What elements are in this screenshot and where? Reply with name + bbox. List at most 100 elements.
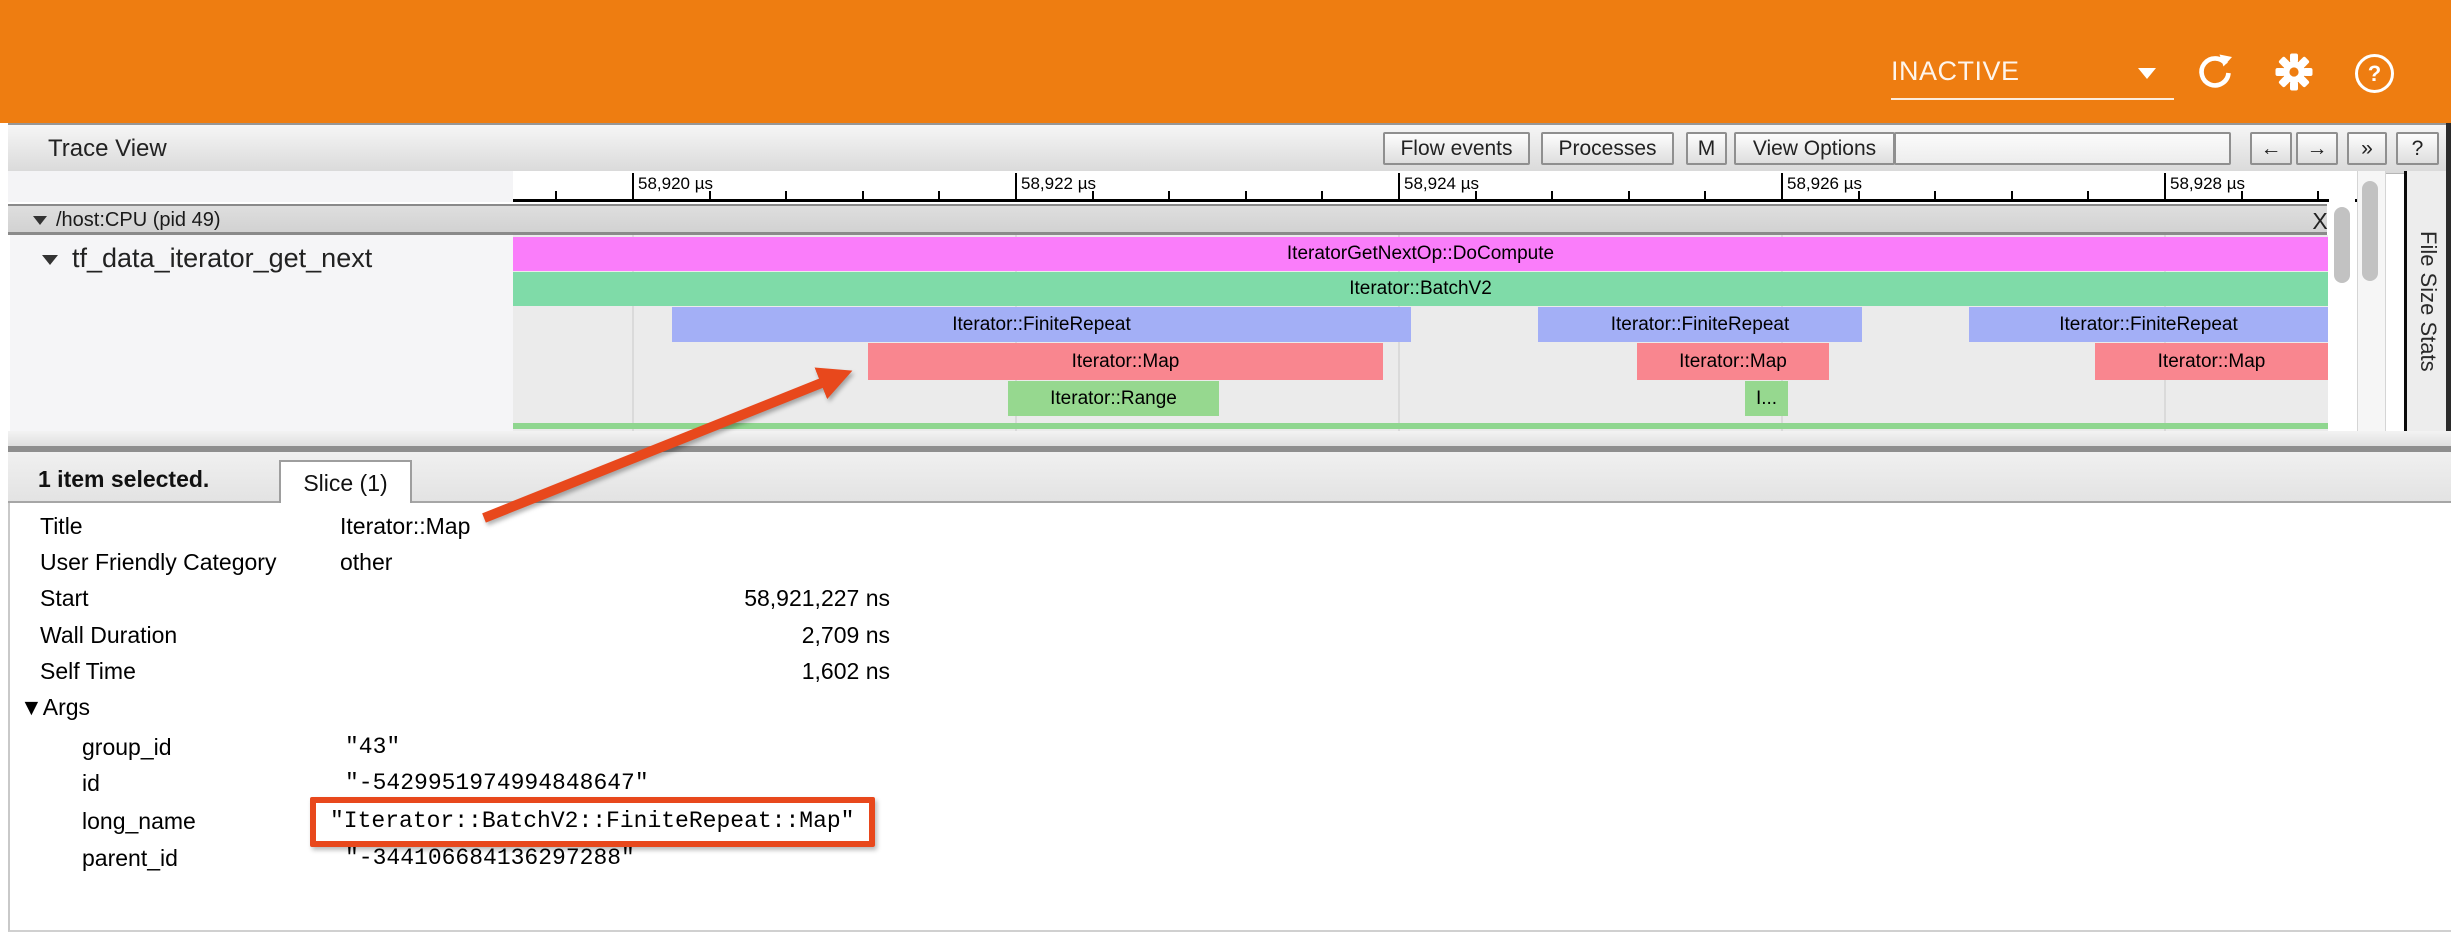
- toolbar-button-m[interactable]: M: [1686, 132, 1727, 165]
- select-underline: [1891, 98, 2174, 100]
- trace-slice-iteratorgetnextop-docompute[interactable]: IteratorGetNextOp::DoCompute: [513, 237, 2328, 271]
- detail-value-title: Iterator::Map: [340, 513, 470, 540]
- args-section-header[interactable]: ▼Args: [20, 694, 90, 721]
- ruler-minor-tick: [2164, 191, 2166, 199]
- ruler-minor-tick: [1092, 191, 1094, 199]
- ruler-minor-tick: [1168, 191, 1170, 199]
- ruler-left-spacer: [8, 171, 513, 202]
- arg-value-group-id: "43": [345, 734, 400, 760]
- selection-summary: 1 item selected.: [38, 466, 209, 493]
- ruler-minor-tick: [938, 191, 940, 199]
- trace-slice-iterator-map[interactable]: Iterator::Map: [2095, 343, 2328, 380]
- detail-label-title: Title: [40, 513, 83, 540]
- ruler-major-tick: [632, 173, 634, 199]
- collapse-process-icon[interactable]: [33, 216, 47, 225]
- arg-label-parent-id: parent_id: [82, 845, 178, 872]
- trace-slice-iterator-range[interactable]: Iterator::Range: [1008, 381, 1219, 416]
- detail-label-start: Start: [40, 585, 89, 612]
- ruler-minor-tick: [862, 191, 864, 199]
- trace-canvas[interactable]: IteratorGetNextOp::DoComputeIterator::Ba…: [513, 235, 2328, 431]
- collapsed-track-baseline: [513, 423, 2328, 429]
- ruler-minor-tick: [709, 191, 711, 199]
- detail-value-self-time: 1,602 ns: [410, 658, 890, 685]
- outer-scrollbar-thumb[interactable]: [2362, 181, 2378, 281]
- ruler-minor-tick: [1475, 191, 1477, 199]
- trace-slice-iterator-map[interactable]: Iterator::Map: [1637, 343, 1829, 380]
- detail-value-start: 58,921,227 ns: [410, 585, 890, 612]
- ruler-minor-tick: [2241, 191, 2243, 199]
- ruler-minor-tick: [1858, 191, 1860, 199]
- ruler-minor-tick: [1628, 191, 1630, 199]
- ruler-tick-label: 58,920 µs: [638, 174, 713, 194]
- ruler-minor-tick: [1934, 191, 1936, 199]
- help-icon[interactable]: ?: [2355, 54, 2395, 94]
- process-label: /host:CPU (pid 49): [56, 209, 221, 232]
- trace-slice-iterator-finiterepeat[interactable]: Iterator::FiniteRepeat: [1969, 307, 2328, 342]
- trace-slice-iterator-finiterepeat[interactable]: Iterator::FiniteRepeat: [672, 307, 1411, 342]
- tab-slice-label: Slice (1): [303, 470, 387, 497]
- trace-slice-i[interactable]: I...: [1745, 381, 1788, 416]
- nav-left-button[interactable]: ←: [2250, 132, 2292, 165]
- tab-slice[interactable]: Slice (1): [279, 460, 412, 505]
- gear-icon[interactable]: [2274, 52, 2314, 92]
- help-glyph: ?: [2368, 61, 2381, 87]
- nav-right-button[interactable]: →: [2296, 132, 2338, 165]
- detail-value-wall-duration: 2,709 ns: [410, 622, 890, 649]
- ruler-minor-tick: [1245, 191, 1247, 199]
- file-size-stats-label: File Size Stats: [2415, 231, 2441, 372]
- inner-scrollbar-thumb[interactable]: [2334, 207, 2350, 283]
- ruler-major-tick: [1398, 173, 1400, 199]
- search-box[interactable]: [1894, 132, 2231, 165]
- ruler-tick-label: 58,922 µs: [1021, 174, 1096, 194]
- ruler-minor-tick: [785, 191, 787, 199]
- panel-title: Trace View: [48, 135, 167, 163]
- app-header: INACTIVE: [0, 0, 2451, 123]
- run-status-select[interactable]: INACTIVE: [1891, 48, 2174, 100]
- trace-view-toolbar: Trace View Flow events Processes MView Opt…: [8, 123, 2446, 174]
- analysis-body: Title Iterator::MapUser Friendly Category…: [8, 503, 2451, 932]
- ruler-minor-tick: [555, 191, 557, 199]
- arg-value-id: "-5429951974994848647": [345, 770, 649, 796]
- ruler-tick-label: 58,926 µs: [1787, 174, 1862, 194]
- detail-value-user-friendly-category: other: [340, 549, 392, 576]
- trace-viewer-page: INACTIVE: [0, 0, 2451, 936]
- arg-value-long-name-highlighted: "Iterator::BatchV2::FiniteRepeat::Map": [310, 797, 875, 847]
- ruler-tick-label: 58,924 µs: [1404, 174, 1479, 194]
- trace-slice-iterator-batchv2[interactable]: Iterator::BatchV2: [513, 272, 2328, 306]
- toolbar-button-processes[interactable]: Processes: [1541, 132, 1674, 165]
- trace-slice-iterator-map[interactable]: Iterator::Map: [868, 343, 1383, 380]
- track-name: tf_data_iterator_get_next: [72, 243, 372, 274]
- ruler-minor-tick: [1551, 191, 1553, 199]
- detail-label-self-time: Self Time: [40, 658, 136, 685]
- ruler-major-tick: [1015, 173, 1017, 199]
- ruler-minor-tick: [2011, 191, 2013, 199]
- arg-label-group-id: group_id: [82, 734, 172, 761]
- toolbar-button-flow-events[interactable]: Flow events: [1383, 132, 1530, 165]
- ruler-minor-tick: [1781, 191, 1783, 199]
- track-label-panel: tf_data_iterator_get_next: [10, 235, 513, 431]
- analysis-header: 1 item selected. Slice (1): [8, 452, 2451, 503]
- arg-value-parent-id: "-344106684136297288": [345, 845, 635, 871]
- refresh-icon[interactable]: [2195, 52, 2235, 92]
- arg-label-long-name: long_name: [82, 808, 196, 835]
- detail-label-user-friendly-category: User Friendly Category: [40, 549, 276, 576]
- time-ruler: 58,920 µs 58,922 µs 58,924 µs 58,926 µs 58,9…: [513, 171, 2382, 202]
- run-status-value: INACTIVE: [1891, 56, 2020, 87]
- arg-label-id: id: [82, 770, 100, 797]
- ruler-minor-tick: [2087, 191, 2089, 199]
- ruler-minor-tick: [1704, 191, 1706, 199]
- collapse-track-icon[interactable]: [42, 255, 58, 265]
- ruler-minor-tick: [2317, 191, 2319, 199]
- detail-label-wall-duration: Wall Duration: [40, 622, 177, 649]
- more-button[interactable]: »: [2347, 132, 2387, 165]
- panel-divider[interactable]: [8, 431, 2451, 446]
- toolbar-help-button[interactable]: ?: [2396, 132, 2439, 165]
- toolbar-button-view-options[interactable]: View Options: [1734, 132, 1895, 165]
- file-size-stats-tab[interactable]: File Size Stats: [2404, 171, 2449, 431]
- process-header-row: /host:CPU (pid 49) X: [8, 204, 2327, 235]
- trace-slice-iterator-finiterepeat[interactable]: Iterator::FiniteRepeat: [1538, 307, 1862, 342]
- chevron-down-icon: [2138, 68, 2156, 79]
- ruler-minor-tick: [1321, 191, 1323, 199]
- window-right-edge: [2446, 123, 2451, 452]
- ruler-tick-label: 58,928 µs: [2170, 174, 2245, 194]
